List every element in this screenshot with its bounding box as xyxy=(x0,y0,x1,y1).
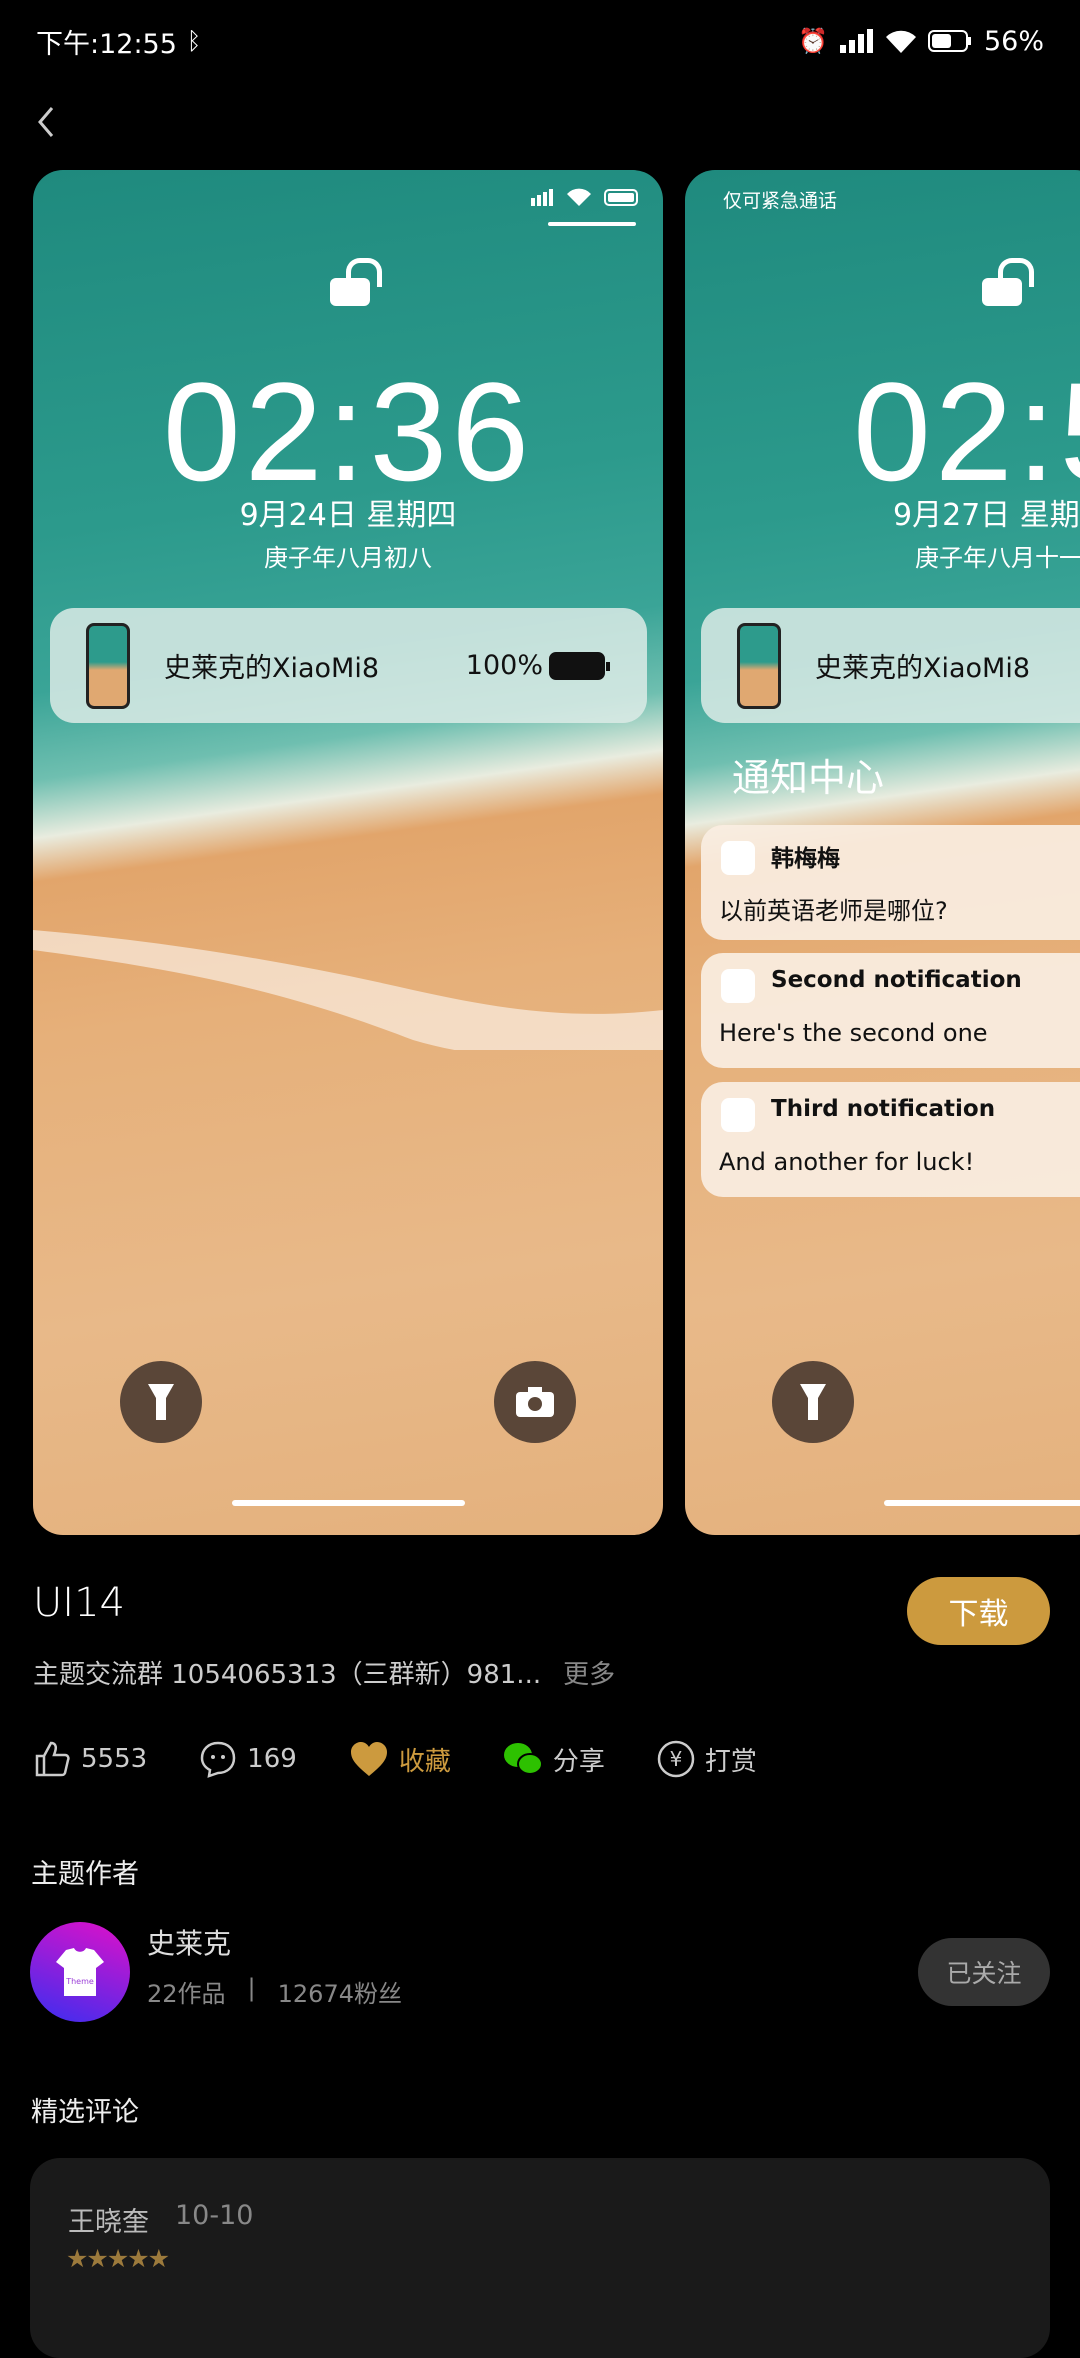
notification-center-title: 通知中心 xyxy=(732,756,885,800)
comment-button[interactable]: 169 xyxy=(199,1740,297,1778)
battery-icon xyxy=(927,30,971,52)
notification-body: 以前英语老师是哪位? xyxy=(719,897,948,925)
thumbs-up-icon xyxy=(35,1741,70,1777)
phone-thumbnail xyxy=(737,622,781,709)
preview-image-lockscreen[interactable]: 02:36 9月24日 星期四 庚子年八月初八 史莱克的XiaoMi8 100% xyxy=(33,170,663,1535)
preview-clock: 02:5 xyxy=(853,353,1080,510)
notification-card: 韩梅梅以前英语老师是哪位? xyxy=(701,825,1080,940)
device-name: 史莱克的XiaoMi8 xyxy=(815,653,1031,684)
notification-title: 韩梅梅 xyxy=(771,846,840,872)
action-bar: 5553 169 收藏 分享 ¥ 打赏 xyxy=(33,1740,809,1778)
notification-title: Third notification xyxy=(771,1096,996,1122)
like-count: 5553 xyxy=(81,1744,148,1774)
camera-button xyxy=(494,1361,576,1443)
preview-image-notifications[interactable]: 仅可紧急通话 02:5 9月27日 星期 庚子年八月十一 史莱克的XiaoMi8… xyxy=(685,170,1080,1535)
battery-percent: 56% xyxy=(983,25,1044,57)
phone-thumbnail xyxy=(86,622,130,709)
preview-lunar-date: 庚子年八月十一 xyxy=(915,544,1080,572)
status-bar: 下午:12:55 ᛒ ⏰ 56% xyxy=(36,18,1044,64)
notification-card: Second notification Here's the second one xyxy=(701,953,1080,1068)
flashlight-button xyxy=(120,1361,202,1443)
app-icon xyxy=(721,969,755,1003)
flashlight-icon xyxy=(148,1384,174,1420)
preview-date: 9月24日 星期四 xyxy=(239,498,457,533)
unlock-icon xyxy=(982,258,1034,306)
theme-shirt-icon: Theme xyxy=(56,1948,104,1996)
author-stats: 22作品 | 12674粉丝 xyxy=(147,1974,402,2009)
surf-foam xyxy=(33,930,663,1050)
comment-count: 169 xyxy=(247,1744,297,1774)
home-indicator xyxy=(232,1500,465,1506)
comments-section-title: 精选评论 xyxy=(31,2097,139,2128)
app-icon xyxy=(721,841,755,875)
bluetooth-icon: ᛒ xyxy=(186,27,202,55)
preview-status-icons xyxy=(531,188,638,206)
favorite-button[interactable]: 收藏 xyxy=(349,1740,451,1778)
rating-stars: ★★★★★ xyxy=(66,2244,170,2273)
comment-card: 王晓奎 10-10 ★★★★★ xyxy=(30,2158,1050,2358)
share-label: 分享 xyxy=(552,1746,605,1777)
device-widget: 史莱克的XiaoMi8 100% xyxy=(50,608,647,723)
download-button[interactable]: 下载 xyxy=(907,1577,1050,1645)
wechat-icon xyxy=(503,1743,543,1775)
device-name: 史莱克的XiaoMi8 xyxy=(164,653,380,684)
device-battery: 100% xyxy=(465,650,543,681)
preview-lunar-date: 庚子年八月初八 xyxy=(264,544,432,572)
like-button[interactable]: 5553 xyxy=(33,1740,147,1778)
author-fans: 12674粉丝 xyxy=(277,1980,402,2008)
home-indicator xyxy=(884,1500,1080,1506)
theme-description: 主题交流群 1054065313（三群新）981... 更多 xyxy=(33,1654,615,1691)
carrier-text: 仅可紧急通话 xyxy=(723,190,838,212)
stats-divider: | xyxy=(247,1974,256,2002)
preview-date: 9月27日 星期 xyxy=(893,498,1080,533)
yuan-coin-icon: ¥ xyxy=(657,1740,695,1778)
favorite-label: 收藏 xyxy=(398,1746,451,1777)
device-battery-icon xyxy=(549,651,610,680)
flashlight-button xyxy=(772,1361,854,1443)
share-button[interactable]: 分享 xyxy=(503,1741,605,1778)
author-works: 22作品 xyxy=(147,1980,226,2008)
comment-icon xyxy=(200,1741,236,1778)
alarm-icon: ⏰ xyxy=(798,27,828,55)
avatar-text: Theme xyxy=(65,1977,94,1986)
preview-clock: 02:36 xyxy=(162,353,534,510)
notification-body: Here's the second one xyxy=(719,1019,988,1047)
wifi-icon xyxy=(885,30,916,53)
preview-handle xyxy=(548,222,636,226)
heart-icon xyxy=(350,1742,387,1776)
tip-button[interactable]: ¥ 打赏 xyxy=(657,1740,757,1778)
notification-title: Second notification xyxy=(771,967,1022,993)
notification-body: And another for luck! xyxy=(719,1148,975,1176)
tip-label: 打赏 xyxy=(704,1746,757,1777)
comment-date: 10-10 xyxy=(175,2200,254,2231)
notification-card: Third notification And another for luck! xyxy=(701,1082,1080,1197)
status-time: 下午:12:55 xyxy=(36,28,177,60)
theme-title: UI14 xyxy=(33,1580,125,1626)
author-avatar[interactable]: Theme xyxy=(30,1922,130,2022)
follow-button[interactable]: 已关注 xyxy=(918,1938,1050,2006)
app-icon xyxy=(721,1098,755,1132)
back-button[interactable] xyxy=(30,100,70,144)
author-section-title: 主题作者 xyxy=(31,1859,139,1890)
svg-text:¥: ¥ xyxy=(669,1747,682,1771)
device-widget: 史莱克的XiaoMi8 xyxy=(701,608,1080,723)
comment-user: 王晓奎 xyxy=(68,2207,149,2238)
signal-icon xyxy=(839,29,873,53)
description-text: 主题交流群 1054065313（三群新）981... xyxy=(33,1660,542,1690)
camera-icon xyxy=(516,1387,554,1417)
more-link[interactable]: 更多 xyxy=(563,1660,615,1690)
unlock-icon xyxy=(330,258,382,306)
flashlight-icon xyxy=(800,1384,826,1420)
author-name[interactable]: 史莱克 xyxy=(147,1922,231,1962)
